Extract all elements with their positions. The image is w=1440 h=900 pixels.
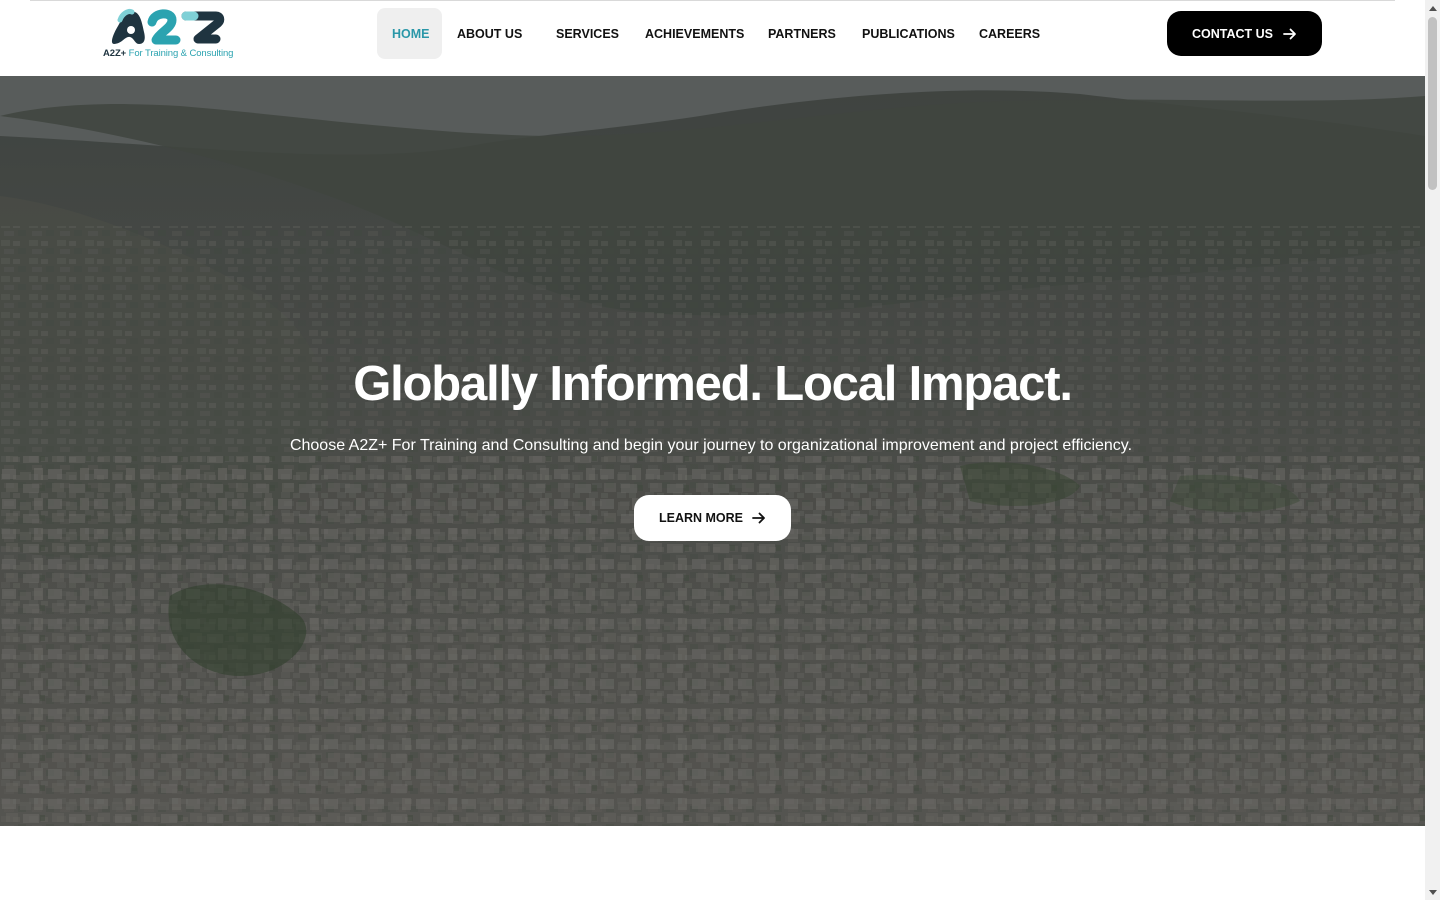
arrow-right-icon (752, 512, 765, 524)
logo-tagline: A2Z+ For Training & Consulting (103, 48, 233, 59)
contact-us-label: CONTACT US (1191, 26, 1273, 41)
header-divider (30, 0, 1395, 1)
main-nav: HOME ABOUT US SERVICES ACHIEVEMENTS PART… (377, 8, 1040, 59)
hero-section: Globally Informed. Local Impact. Choose … (0, 76, 1425, 826)
brand-logo[interactable]: A2Z+ For Training & Consulting (100, 6, 240, 62)
logo-tagline-text: For Training & Consulting (128, 48, 234, 59)
scroll-up-button[interactable] (1425, 0, 1440, 15)
scroll-down-button[interactable] (1425, 885, 1440, 900)
nav-publications[interactable]: PUBLICATIONS (862, 8, 964, 59)
hero-title: Globally Informed. Local Impact. (353, 357, 1073, 411)
logo-tagline-brand: A2Z+ (103, 48, 127, 59)
learn-more-label: LEARN MORE (658, 511, 744, 525)
nav-achievements[interactable]: ACHIEVEMENTS (645, 8, 753, 59)
nav-services[interactable]: SERVICES (556, 8, 630, 59)
page-scrollbar[interactable] (1425, 0, 1440, 900)
nav-careers[interactable]: CAREERS (979, 8, 1040, 59)
contact-us-button[interactable]: CONTACT US (1167, 11, 1322, 56)
learn-more-button[interactable]: LEARN MORE (634, 495, 791, 541)
hero-subtitle: Choose A2Z+ For Training and Consulting … (289, 437, 1133, 454)
nav-about-us[interactable]: ABOUT US (457, 8, 541, 59)
scrollbar-thumb[interactable] (1428, 17, 1437, 190)
arrow-right-icon (1283, 28, 1296, 39)
a2z-logo-mark-icon (111, 9, 225, 45)
triangle-down-icon (1428, 889, 1437, 895)
site-header: A2Z+ For Training & Consulting HOME ABOU… (0, 0, 1425, 76)
triangle-up-icon (1428, 5, 1437, 11)
nav-home[interactable]: HOME (377, 8, 442, 59)
nav-partners[interactable]: PARTNERS (768, 8, 846, 59)
